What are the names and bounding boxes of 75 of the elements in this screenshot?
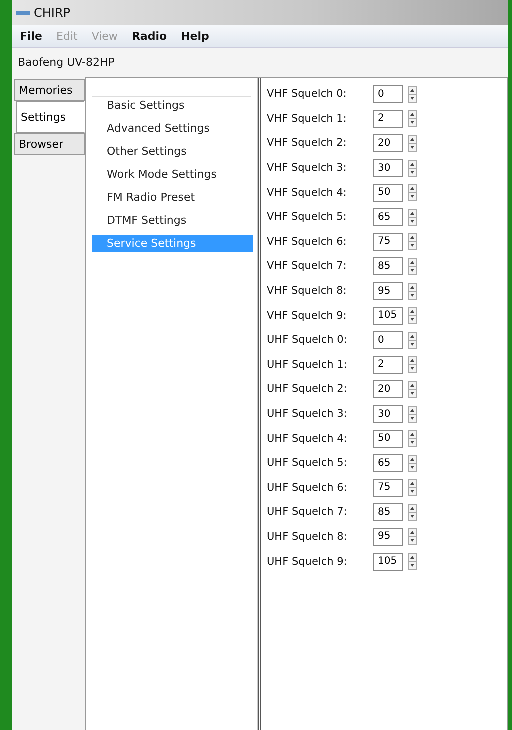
number-field[interactable]: 75 (373, 478, 403, 497)
menu-item[interactable]: File (14, 28, 49, 44)
spinner-icon[interactable] (408, 134, 417, 152)
spinner-icon[interactable] (408, 356, 417, 374)
setting-label: UHF Squelch 5: (267, 457, 348, 470)
spinner-icon[interactable] (408, 479, 417, 496)
setting-label: VHF Squelch 0: (267, 88, 348, 100)
setting-label: UHF Squelch 4: (267, 432, 348, 445)
number-field[interactable]: 95 (373, 528, 403, 546)
tree-item[interactable]: Basic Settings (92, 97, 257, 114)
setting-label: UHF Squelch 9: (267, 556, 348, 568)
number-field[interactable]: 85 (373, 257, 403, 276)
tree-item[interactable]: Advanced Settings (92, 120, 257, 137)
number-field[interactable]: 65 (373, 454, 403, 472)
menu-item[interactable]: Radio (126, 28, 174, 44)
number-field[interactable]: 75 (373, 232, 403, 251)
number-field[interactable]: 2 (373, 110, 403, 128)
number-field[interactable]: 30 (373, 159, 403, 178)
setting-label: UHF Squelch 0: (267, 334, 348, 346)
setting-label: UHF Squelch 1: (267, 358, 348, 371)
tree-item[interactable]: DTMF Settings (92, 212, 257, 229)
window-title: CHIRP (34, 6, 71, 20)
spinner-icon[interactable] (408, 528, 417, 546)
number-field[interactable]: 30 (373, 405, 403, 424)
setting-label: VHF Squelch 1: (267, 112, 348, 125)
tree-item[interactable]: Work Mode Settings (92, 166, 257, 183)
tab[interactable]: Memories (14, 79, 85, 101)
number-field[interactable]: 50 (373, 430, 403, 448)
spinner-icon[interactable] (408, 380, 417, 398)
number-field[interactable]: 50 (373, 184, 403, 202)
tab[interactable]: Browser (14, 133, 85, 155)
setting-label: UHF Squelch 8: (267, 530, 348, 543)
number-field[interactable]: 105 (373, 552, 403, 571)
setting-label: VHF Squelch 5: (267, 211, 348, 224)
setting-label: UHF Squelch 6: (267, 482, 348, 494)
setting-label: VHF Squelch 8: (267, 285, 348, 298)
setting-label: VHF Squelch 6: (267, 236, 348, 248)
menu-item[interactable]: Help (175, 28, 216, 44)
spinner-icon[interactable] (408, 208, 417, 226)
number-field[interactable]: 85 (373, 503, 403, 522)
setting-label: VHF Squelch 9: (267, 310, 348, 322)
number-field[interactable]: 95 (373, 282, 403, 300)
spinner-icon[interactable] (408, 332, 417, 349)
number-field[interactable]: 20 (373, 134, 403, 152)
setting-label: UHF Squelch 3: (267, 408, 348, 420)
app-icon (16, 8, 30, 16)
setting-label: VHF Squelch 3: (267, 162, 348, 174)
number-field[interactable]: 65 (373, 208, 403, 226)
spinner-icon[interactable] (408, 86, 417, 103)
spinner-icon[interactable] (408, 233, 417, 250)
number-field[interactable]: 0 (373, 331, 403, 350)
number-field[interactable]: 0 (373, 85, 403, 104)
spinner-icon[interactable] (408, 258, 417, 275)
number-field[interactable]: 20 (373, 380, 403, 398)
spinner-icon[interactable] (408, 553, 417, 570)
spinner-icon[interactable] (408, 454, 417, 472)
tree-item[interactable]: Other Settings (92, 143, 257, 160)
setting-label: UHF Squelch 2: (267, 383, 348, 396)
spinner-icon[interactable] (408, 282, 417, 300)
spinner-icon[interactable] (408, 160, 417, 177)
spinner-icon[interactable] (408, 406, 417, 423)
tab[interactable]: Settings (16, 101, 85, 133)
spinner-icon[interactable] (408, 430, 417, 448)
spinner-icon[interactable] (408, 307, 417, 324)
tree-item[interactable]: FM Radio Preset (92, 189, 257, 206)
setting-label: VHF Squelch 2: (267, 137, 348, 150)
number-field[interactable]: 2 (373, 356, 403, 374)
setting-label: UHF Squelch 7: (267, 506, 348, 518)
number-field[interactable]: 105 (373, 306, 403, 325)
radio-name: Baofeng UV-82HP (17, 55, 116, 71)
spinner-icon[interactable] (408, 504, 417, 521)
spinner-icon[interactable] (408, 184, 417, 202)
setting-label: VHF Squelch 4: (267, 186, 348, 199)
spinner-icon[interactable] (408, 110, 417, 128)
setting-label: VHF Squelch 7: (267, 260, 348, 272)
